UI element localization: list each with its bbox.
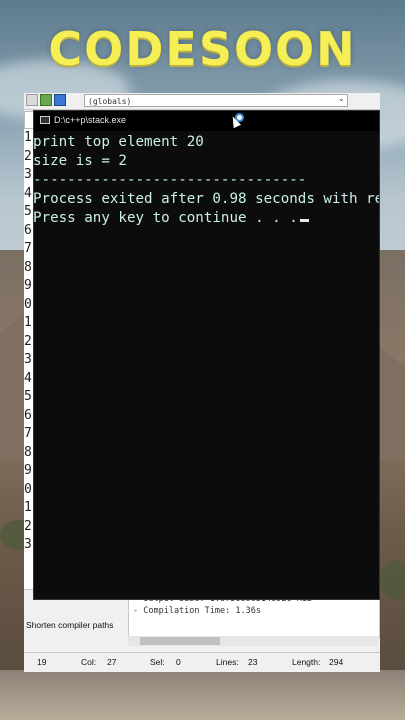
toolbar-icon[interactable] (26, 94, 38, 106)
shorten-compiler-paths-checkbox[interactable]: Shorten compiler paths (26, 620, 113, 630)
console-title: D:\c++p\stack.exe (54, 115, 127, 125)
ide-toolbar: (globals) ⌄ (24, 93, 380, 110)
road (0, 670, 405, 720)
status-line-value: 19 (37, 657, 47, 667)
status-bar: 19 Col: 27 Sel: 0 Lines: 23 Length: 294 (24, 652, 380, 672)
horizontal-scrollbar[interactable] (128, 636, 378, 646)
overlay-title: CODESOON (48, 22, 357, 76)
text-cursor (299, 219, 309, 222)
console-line: Press any key to continue . . . (33, 209, 379, 228)
status-sel-value: 0 (176, 657, 181, 667)
status-lines-label: Lines: (216, 657, 239, 667)
console-titlebar[interactable]: D:\c++p\stack.exe (34, 111, 379, 131)
console-line: -------------------------------- (33, 172, 307, 188)
status-length-label: Length: (292, 657, 321, 667)
log-line: - Compilation Time: 1.36s (133, 606, 261, 616)
scrollbar-thumb[interactable] (140, 637, 220, 645)
console-prompt: Press any key to continue . . . (33, 210, 298, 226)
status-sel-label: Sel: (150, 657, 165, 667)
status-col-label: Col: (81, 657, 97, 667)
console-app-icon (40, 116, 50, 124)
status-lines-value: 23 (248, 657, 258, 667)
console-line: print top element 20 (33, 134, 204, 150)
console-line: Process exited after 0.98 seconds with r… (33, 191, 380, 207)
bush (380, 560, 405, 600)
compile-icon[interactable] (40, 94, 52, 106)
status-col-value: 27 (107, 657, 117, 667)
function-selector[interactable]: (globals) (84, 94, 348, 107)
console-window[interactable]: D:\c++p\stack.exe print top element 20 s… (33, 110, 380, 600)
project-icon[interactable] (54, 94, 66, 106)
chevron-down-icon[interactable]: ⌄ (338, 94, 345, 103)
console-output: print top element 20 size is = 2 -------… (34, 133, 379, 599)
status-length-value: 294 (329, 657, 344, 667)
console-line: size is = 2 (33, 153, 127, 169)
